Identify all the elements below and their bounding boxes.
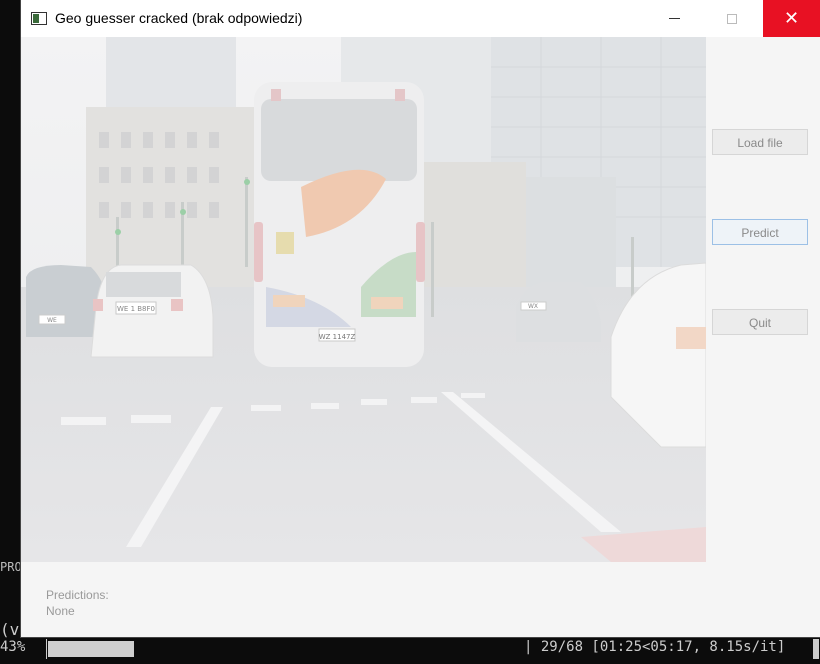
car-right-plate: WX [528,303,538,310]
close-icon: ✕ [783,8,800,29]
maximize-icon [727,13,737,24]
terminal-progress-line: 43% | 29/68 [01:25<05:17, 8.15s/it] [0,637,820,661]
predict-button[interactable]: Predict [712,219,808,245]
load-file-button[interactable]: Load file [712,129,808,155]
minimize-icon [668,18,680,19]
close-button[interactable]: ✕ [763,0,820,37]
maximize-button[interactable] [709,0,755,37]
progress-percent: 43% [0,639,26,655]
terminal-fragment: PRO [0,560,22,574]
app-icon [31,12,47,25]
bus-plate: WZ 1147Z [319,333,356,341]
progress-details: | 29/68 [01:25<05:17, 8.15s/it] [524,639,786,655]
progress-bar [46,639,251,659]
app-window: Geo guesser cracked (brak odpowiedzi) ✕ [21,0,820,637]
street-image: WZ 1147Z WE WE 1 B8F0 WX [21,37,706,562]
car-far-plate: WE [47,317,57,324]
predictions-value: None [46,604,75,618]
window-title: Geo guesser cracked (brak odpowiedzi) [55,10,303,26]
title-bar[interactable]: Geo guesser cracked (brak odpowiedzi) ✕ [21,0,820,37]
minimize-button[interactable] [651,0,697,37]
quit-button[interactable]: Quit [712,309,808,335]
progress-bar-fill [48,641,134,657]
terminal-cursor [813,639,819,659]
predictions-label: Predictions: [46,588,109,602]
car-left-plate: WE 1 B8F0 [117,305,155,313]
